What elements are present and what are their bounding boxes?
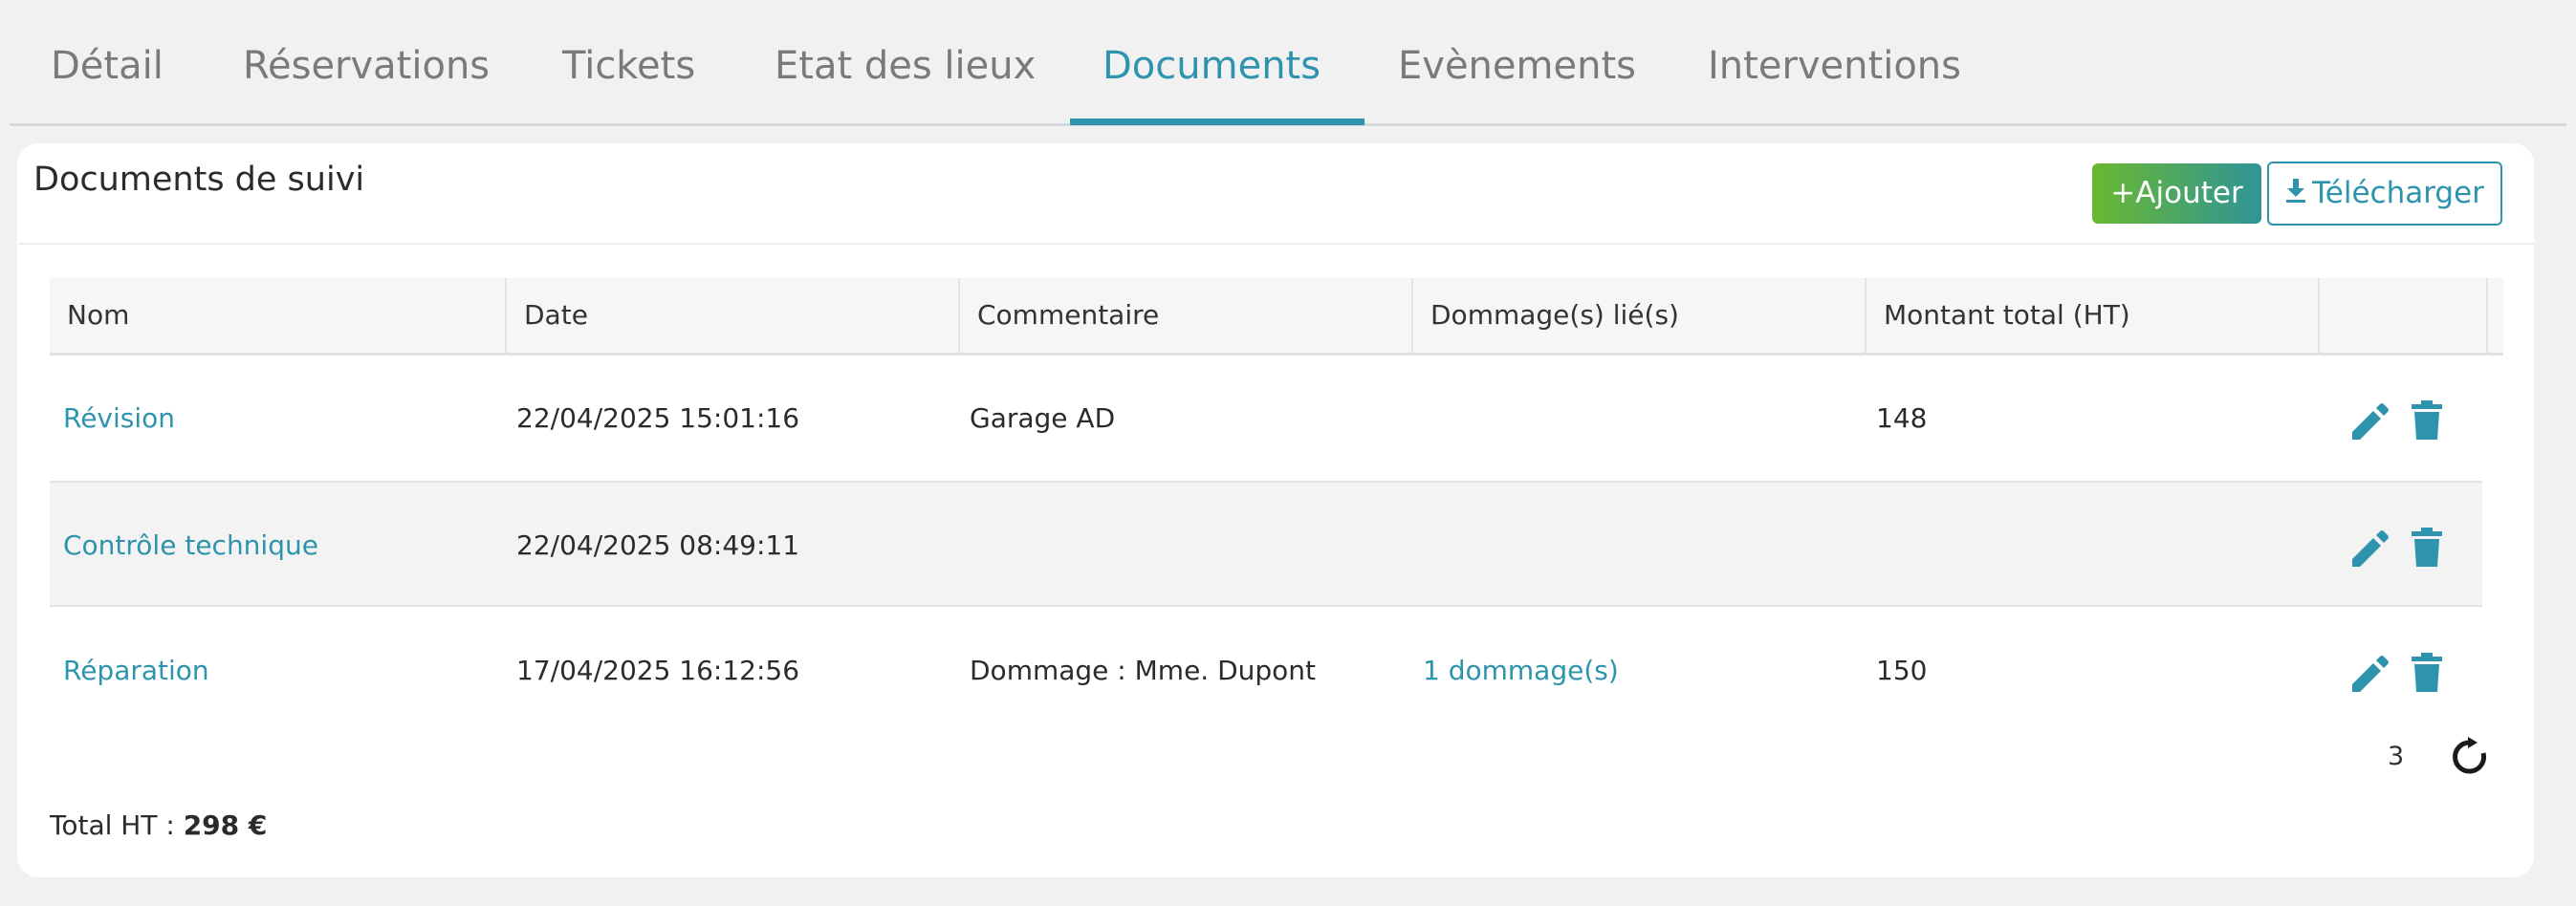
download-icon [2285, 164, 2306, 225]
document-amount: 148 [1876, 402, 1928, 434]
row-count: 3 [2388, 742, 2405, 771]
card-divider [19, 243, 2534, 245]
tab-tickets[interactable]: Tickets [562, 0, 695, 126]
tab-interventions[interactable]: Interventions [1708, 0, 1961, 126]
add-button-label: Ajouter [2135, 176, 2243, 210]
document-comment: Dommage : Mme. Dupont [970, 655, 1317, 686]
total-label: Total HT : [50, 809, 175, 841]
pencil-icon[interactable] [2350, 652, 2389, 694]
tab-reservations[interactable]: Réservations [243, 0, 490, 126]
damage-link[interactable]: 1 dommage(s) [1423, 608, 1619, 734]
refresh-icon[interactable] [2452, 737, 2488, 775]
download-button-label: Télécharger [2312, 176, 2484, 210]
document-name-link[interactable]: Réparation [63, 608, 209, 734]
tab-documents[interactable]: Documents [1102, 0, 1321, 126]
table-row: Contrôle technique 22/04/2025 08:49:11 [50, 481, 2482, 607]
document-comment: Garage AD [970, 402, 1116, 434]
trash-icon[interactable] [2408, 652, 2446, 694]
column-header-nom[interactable]: Nom [50, 278, 507, 353]
download-button[interactable]: Télécharger [2267, 162, 2502, 226]
tab-etat-des-lieux[interactable]: Etat des lieux [775, 0, 1036, 126]
pencil-icon[interactable] [2350, 399, 2389, 442]
document-amount: 150 [1876, 655, 1928, 686]
trash-icon[interactable] [2408, 399, 2446, 442]
plus-icon: + [2110, 176, 2136, 210]
active-tab-indicator [1070, 119, 1364, 125]
tab-evenements[interactable]: Evènements [1398, 0, 1636, 126]
pencil-icon[interactable] [2350, 527, 2389, 569]
column-header-actions [2320, 278, 2488, 353]
card-title: Documents de suivi [33, 161, 365, 199]
trash-icon[interactable] [2408, 527, 2446, 569]
column-header-montant[interactable]: Montant total (HT) [1867, 278, 2320, 353]
document-name-link[interactable]: Contrôle technique [63, 483, 318, 609]
table-row: Révision 22/04/2025 15:01:16 Garage AD 1… [50, 356, 2482, 482]
total-value: 298 € [183, 809, 268, 841]
document-date: 17/04/2025 16:12:56 [516, 655, 800, 686]
tab-bar: Détail Réservations Tickets Etat des lie… [10, 0, 2566, 126]
column-header-date[interactable]: Date [507, 278, 960, 353]
document-date: 22/04/2025 08:49:11 [516, 529, 800, 561]
column-header-dommages[interactable]: Dommage(s) lié(s) [1413, 278, 1867, 353]
tab-detail[interactable]: Détail [51, 0, 164, 126]
table-header: Nom Date Commentaire Dommage(s) lié(s) M… [50, 278, 2503, 356]
column-header-commentaire[interactable]: Commentaire [960, 278, 1413, 353]
table-row: Réparation 17/04/2025 16:12:56 Dommage :… [50, 608, 2482, 734]
document-date: 22/04/2025 15:01:16 [516, 402, 800, 434]
total-ht: Total HT : 298 € [50, 809, 267, 841]
add-button[interactable]: +Ajouter [2092, 163, 2261, 224]
document-name-link[interactable]: Révision [63, 356, 175, 482]
